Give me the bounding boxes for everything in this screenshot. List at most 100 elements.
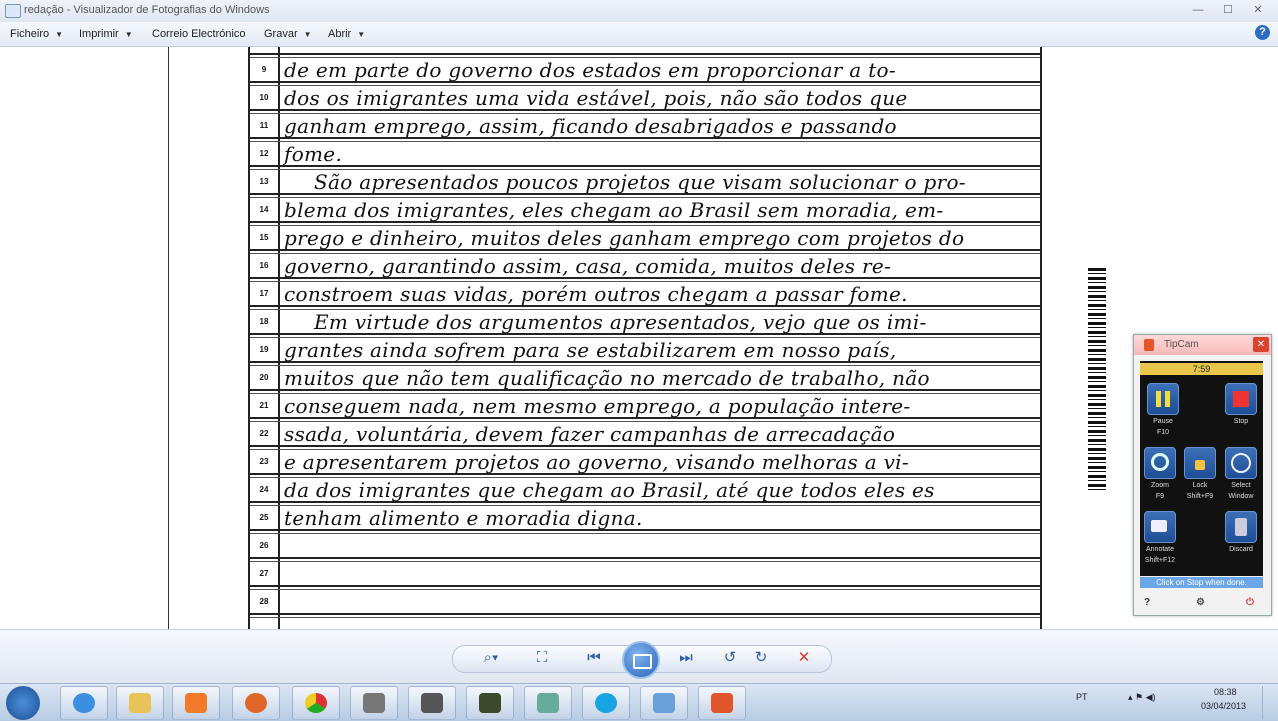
line-number: 17: [259, 289, 269, 298]
chevron-down-icon: ▼: [124, 30, 133, 39]
taskbar-ie[interactable]: [60, 686, 108, 720]
chevron-down-icon: ▼: [55, 30, 64, 39]
show-desktop-button[interactable]: [1262, 686, 1277, 719]
select-label: Select: [1231, 482, 1251, 489]
slideshow-button[interactable]: [622, 641, 660, 679]
lock-button[interactable]: Lock Shift+F9: [1180, 447, 1220, 501]
calendar-icon: [363, 693, 385, 713]
pause-button[interactable]: Pause F10: [1143, 383, 1183, 437]
film-icon: [711, 693, 733, 713]
taskbar-app[interactable]: [466, 686, 514, 720]
tray-icons[interactable]: ▴ ⚑ ◀): [1128, 692, 1156, 703]
help-icon[interactable]: ?: [1255, 25, 1270, 40]
previous-button[interactable]: ⏮: [582, 650, 606, 666]
line-number: 28: [259, 597, 269, 606]
zoom-label: Zoom: [1151, 482, 1169, 489]
photo-viewer-icon: [653, 693, 675, 713]
stop-button[interactable]: Stop: [1221, 383, 1261, 426]
rule-line: [250, 53, 1040, 58]
trash-icon: [1225, 511, 1257, 543]
tipcam-controls: 7:59 Pause F10 Stop Zoom F9 Lock Shift+F…: [1140, 361, 1263, 576]
handwritten-line: blema dos imigrantes, eles chegam ao Bra…: [284, 198, 944, 222]
line-number: 22: [259, 429, 269, 438]
discard-button[interactable]: Discard: [1221, 511, 1261, 554]
zoom-dropdown-button[interactable]: ⌕▾: [476, 650, 506, 666]
rule-line: [250, 165, 1040, 170]
handwritten-line: São apresentados poucos projetos que vis…: [314, 170, 966, 194]
tipcam-settings-icon[interactable]: ⚙: [1196, 597, 1205, 608]
minimize-button[interactable]: —: [1186, 2, 1210, 18]
rotate-right-button[interactable]: ↻: [750, 650, 772, 666]
line-number: 16: [259, 261, 269, 270]
handwritten-line: de em parte do governo dos estados em pr…: [284, 58, 896, 82]
menu-imprimir[interactable]: Imprimir ▼: [79, 28, 133, 40]
select-window-button[interactable]: Select Window: [1221, 447, 1261, 501]
network-icon: [537, 693, 559, 713]
taskbar-photo-viewer[interactable]: [640, 686, 688, 720]
clock-date[interactable]: 03/04/2013: [1201, 701, 1246, 711]
rule-line: [250, 613, 1040, 618]
media-player-icon: [185, 693, 207, 713]
delete-button[interactable]: ✕: [793, 650, 815, 666]
lock-icon: [1184, 447, 1216, 479]
start-button[interactable]: [6, 686, 40, 720]
handwritten-line: e apresentarem projetos ao governo, visa…: [284, 450, 909, 474]
taskbar-network[interactable]: [524, 686, 572, 720]
annotate-button[interactable]: Annotate Shift+F12: [1140, 511, 1180, 565]
tipcam-panel[interactable]: TipCam ✕ 7:59 Pause F10 Stop Zoom F9 Loc…: [1133, 334, 1272, 616]
annotate-shortcut: Shift+F12: [1144, 557, 1176, 564]
tipcam-logo-icon: [1144, 339, 1154, 351]
line-number: 15: [259, 233, 269, 242]
tipcam-power-icon[interactable]: ⏻: [1246, 597, 1254, 608]
zoom-button[interactable]: Zoom F9: [1140, 447, 1180, 501]
clock-time[interactable]: 08:38: [1214, 687, 1237, 697]
line-number: 20: [259, 373, 269, 382]
lock-shortcut: Shift+F9: [1186, 493, 1214, 500]
folder-icon: [129, 693, 151, 713]
rotate-left-button[interactable]: ↺: [719, 650, 741, 666]
rule-line: [250, 585, 1040, 590]
handwritten-line: ganham emprego, assim, ficando desabriga…: [284, 114, 897, 138]
handwritten-line: governo, garantindo assim, casa, comida,…: [284, 254, 892, 278]
handwritten-line: muitos que não tem qualificação no merca…: [284, 366, 930, 390]
stop-label: Stop: [1233, 418, 1249, 425]
handwritten-line: conseguem nada, nem mesmo emprego, a pop…: [284, 394, 911, 418]
zoom-shortcut: F9: [1155, 493, 1165, 500]
language-indicator[interactable]: PT: [1076, 692, 1088, 702]
rule-line: [250, 557, 1040, 562]
close-button[interactable]: ✕: [1246, 2, 1270, 18]
line-number: 12: [259, 149, 269, 158]
tipcam-title-bar[interactable]: TipCam ✕: [1134, 335, 1271, 355]
handwritten-line: dos os imigrantes uma vida estável, pois…: [284, 86, 908, 110]
chevron-down-icon: ▼: [303, 30, 312, 39]
taskbar-chrome[interactable]: [292, 686, 340, 720]
maximize-button[interactable]: ☐: [1216, 2, 1240, 18]
tipcam-close-button[interactable]: ✕: [1253, 337, 1269, 352]
menu-ficheiro[interactable]: Ficheiro ▼: [10, 28, 63, 40]
skype-icon: [595, 693, 617, 713]
taskbar-tipcam[interactable]: [698, 686, 746, 720]
pause-icon: [1147, 383, 1179, 415]
menu-correio[interactable]: Correio Electrónico: [152, 28, 246, 40]
essay-sheet: 9 de em parte do governo dos estados em …: [248, 47, 1042, 629]
actual-size-button[interactable]: ⛶: [530, 650, 554, 666]
handwritten-line: ssada, voluntária, devem fazer campanhas…: [284, 422, 896, 446]
taskbar-media[interactable]: [172, 686, 220, 720]
menu-abrir[interactable]: Abrir ▼: [328, 28, 365, 40]
taskbar-firefox[interactable]: [232, 686, 280, 720]
taskbar-audio[interactable]: [408, 686, 456, 720]
photo-viewer-icon: [5, 4, 21, 18]
taskbar: PT ▴ ⚑ ◀) 08:38 03/04/2013: [0, 683, 1278, 721]
annotate-label: Annotate: [1145, 546, 1175, 553]
taskbar-skype[interactable]: [582, 686, 630, 720]
line-number: 23: [259, 457, 269, 466]
handwritten-line: da dos imigrantes que chegam ao Brasil, …: [284, 478, 935, 502]
line-number: 25: [259, 513, 269, 522]
menu-bar: Ficheiro ▼ Imprimir ▼ Correio Electrónico …: [0, 22, 1278, 47]
taskbar-explorer[interactable]: [116, 686, 164, 720]
next-button[interactable]: ⏭: [674, 650, 698, 666]
tipcam-help-icon[interactable]: ?: [1144, 597, 1150, 608]
menu-gravar[interactable]: Gravar ▼: [264, 28, 312, 40]
taskbar-calendar[interactable]: [350, 686, 398, 720]
line-number: 24: [259, 485, 269, 494]
